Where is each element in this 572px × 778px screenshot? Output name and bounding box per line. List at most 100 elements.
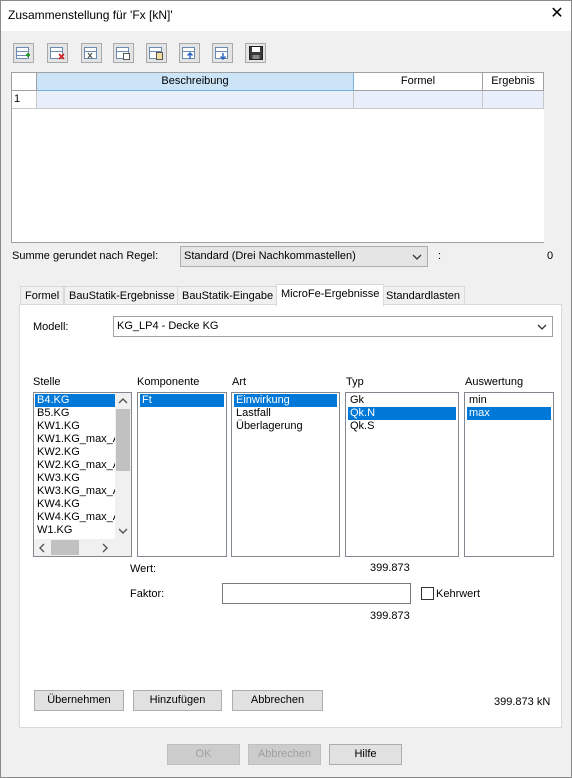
list-item[interactable]: KW3.KG_max_A <box>35 485 120 498</box>
list-item[interactable]: B5.KG <box>35 407 115 420</box>
scroll-down-icon[interactable] <box>117 526 129 536</box>
list-item[interactable]: KW1.KG_max_A <box>35 433 120 446</box>
scroll-left-icon[interactable] <box>37 542 47 554</box>
tab-standardlasten[interactable]: Standardlasten <box>381 286 465 306</box>
move-up-icon <box>182 46 195 59</box>
insert-row-button[interactable] <box>13 43 34 63</box>
list-item[interactable]: Ft <box>140 394 224 407</box>
faktor-input[interactable] <box>222 583 411 604</box>
komponente-items: Ft <box>140 394 224 407</box>
vertical-scrollbar[interactable] <box>115 393 131 539</box>
rounding-value: Standard (Drei Nachkommastellen) <box>184 250 356 262</box>
dialog-abbrechen-button[interactable]: Abbrechen <box>248 744 321 765</box>
auswertung-listbox[interactable]: min max <box>464 392 554 557</box>
modell-value: KG_LP4 - Decke KG <box>117 320 219 332</box>
list-item[interactable]: B4.KG <box>35 394 115 407</box>
insert-row-icon <box>16 46 30 59</box>
art-header: Art <box>232 376 247 388</box>
scroll-right-icon[interactable] <box>100 542 110 554</box>
tab-microfe-ergebnisse[interactable]: MicroFe-Ergebnisse <box>276 284 385 306</box>
list-item[interactable]: KW3.KG <box>35 472 115 485</box>
delete-row-button[interactable] <box>47 43 68 63</box>
auswertung-header: Auswertung <box>465 376 524 388</box>
column-header-formel[interactable]: Formel <box>354 73 483 91</box>
total-value: 399.873 kN <box>494 696 551 708</box>
list-item[interactable]: Überlagerung <box>234 420 337 433</box>
save-icon <box>248 46 263 60</box>
rounding-label: Summe gerundet nach Regel: <box>12 250 159 262</box>
list-item[interactable]: KW1.KG <box>35 420 115 433</box>
auswertung-items: min max <box>467 394 551 420</box>
list-item[interactable]: Qk.N <box>348 407 456 420</box>
move-down-button[interactable] <box>212 43 233 63</box>
move-down-icon <box>215 46 228 60</box>
cell-ergebnis[interactable] <box>483 91 544 109</box>
typ-items: Gk Qk.N Qk.S <box>348 394 456 433</box>
row-number[interactable]: 1 <box>12 91 37 109</box>
copy-row-button[interactable] <box>113 43 134 63</box>
column-header-ergebnis[interactable]: Ergebnis <box>483 73 544 91</box>
kehrwert-checkbox[interactable] <box>421 587 434 600</box>
typ-header: Typ <box>346 376 364 388</box>
toolbar <box>13 43 268 65</box>
grid-corner <box>12 73 37 91</box>
list-item[interactable]: KW2.KG <box>35 446 115 459</box>
ok-button[interactable]: OK <box>167 744 240 765</box>
cell-beschreibung[interactable] <box>37 91 354 109</box>
panel-abbrechen-button[interactable]: Abbrechen <box>232 690 323 711</box>
list-item[interactable]: KW4.KG <box>35 498 115 511</box>
art-listbox[interactable]: Einwirkung Lastfall Überlagerung <box>231 392 340 557</box>
rounding-sum: 0 <box>547 250 554 262</box>
cut-row-icon <box>84 46 97 59</box>
chevron-down-icon <box>537 324 547 330</box>
list-item[interactable]: Qk.S <box>348 420 456 433</box>
tab-formel[interactable]: Formel <box>20 286 65 306</box>
kehrwert-label: Kehrwert <box>436 588 481 600</box>
move-up-button[interactable] <box>179 43 200 63</box>
list-item[interactable]: max <box>467 407 551 420</box>
stelle-items: B4.KG B5.KG KW1.KG KW1.KG_max_A KW2.KG K… <box>35 394 120 537</box>
rounding-select[interactable]: Standard (Drei Nachkommastellen) <box>180 246 428 267</box>
column-header-beschreibung[interactable]: Beschreibung <box>37 73 354 91</box>
scroll-corner <box>115 539 131 556</box>
hinzufuegen-button[interactable]: Hinzufügen <box>133 690 222 711</box>
copy-row-icon <box>116 46 130 60</box>
hilfe-button[interactable]: Hilfe <box>329 744 402 765</box>
list-item[interactable]: min <box>467 394 551 407</box>
typ-listbox[interactable]: Gk Qk.N Qk.S <box>345 392 459 557</box>
delete-row-icon <box>50 46 65 60</box>
tab-baustatik-ergebnisse[interactable]: BauStatik-Ergebnisse <box>64 286 180 306</box>
formula-grid[interactable]: Beschreibung Formel Ergebnis 1 <box>11 72 544 243</box>
modell-select[interactable]: KG_LP4 - Decke KG <box>113 316 553 337</box>
art-items: Einwirkung Lastfall Überlagerung <box>234 394 337 433</box>
close-icon[interactable]: ✕ <box>548 5 566 23</box>
faktor-label: Faktor: <box>130 588 165 600</box>
chevron-down-icon <box>412 254 422 260</box>
list-item[interactable]: Einwirkung <box>234 394 337 407</box>
list-item[interactable]: KW2.KG_max_A <box>35 459 120 472</box>
list-item[interactable]: KW4.KG_max_A <box>35 511 120 524</box>
stelle-listbox[interactable]: B4.KG B5.KG KW1.KG KW1.KG_max_A KW2.KG K… <box>33 392 132 557</box>
list-item[interactable]: Gk <box>348 394 456 407</box>
cell-formel[interactable] <box>354 91 483 109</box>
uebernehmen-button[interactable]: Übernehmen <box>34 690 124 711</box>
tab-baustatik-eingabe[interactable]: BauStatik-Eingabe <box>177 286 279 306</box>
list-item[interactable]: W1.KG <box>35 524 115 537</box>
list-item[interactable]: Lastfall <box>234 407 337 420</box>
rounding-colon: : <box>438 250 442 262</box>
komponente-header: Komponente <box>137 376 200 388</box>
scroll-thumb[interactable] <box>116 409 130 471</box>
scroll-up-icon[interactable] <box>117 396 129 406</box>
cut-row-button[interactable] <box>81 43 102 63</box>
scroll-thumb-h[interactable] <box>51 540 79 555</box>
wert-label: Wert: <box>130 563 157 575</box>
window-title: Zusammenstellung für 'Fx [kN]' <box>8 8 173 22</box>
komponente-listbox[interactable]: Ft <box>137 392 227 557</box>
modell-label: Modell: <box>33 321 69 333</box>
save-button[interactable] <box>245 43 266 63</box>
wert-value: 399.873 <box>370 562 410 574</box>
faktor-result: 399.873 <box>370 610 410 622</box>
paste-row-button[interactable] <box>146 43 167 63</box>
stelle-header: Stelle <box>33 376 61 388</box>
paste-row-icon <box>149 46 163 60</box>
